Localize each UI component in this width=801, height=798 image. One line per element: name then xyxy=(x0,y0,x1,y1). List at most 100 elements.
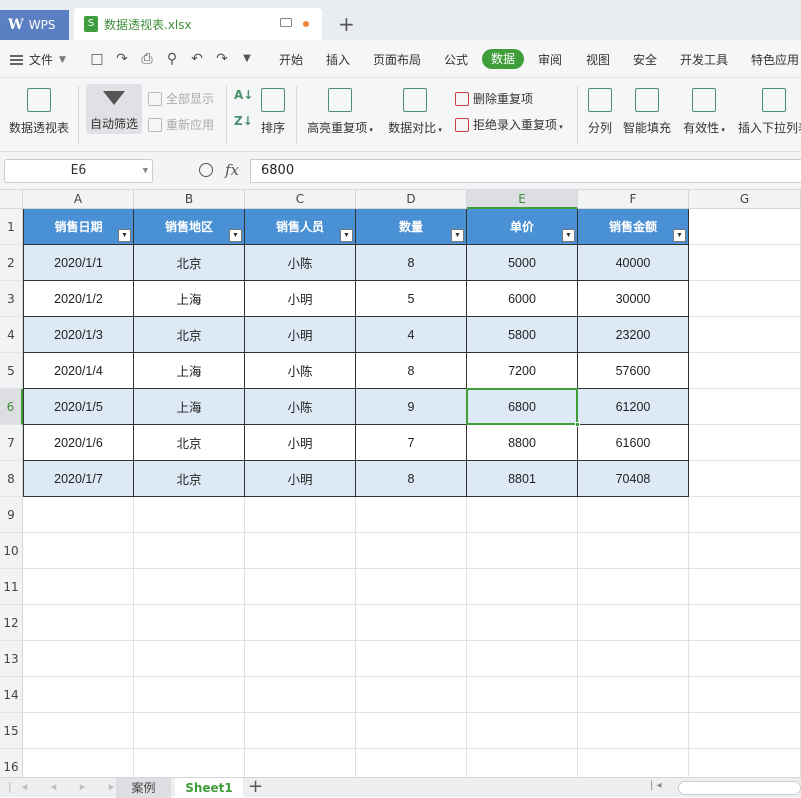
row-header-16[interactable]: 16 xyxy=(0,749,23,777)
table-cell[interactable]: 小陈 xyxy=(245,389,356,425)
sort-descending-icon[interactable]: Z↓ xyxy=(234,114,253,128)
chevron-down-icon[interactable]: ▼ xyxy=(143,160,148,182)
table-cell[interactable]: 2020/1/5 xyxy=(23,389,134,425)
table-cell[interactable]: 4 xyxy=(356,317,467,353)
filter-dropdown-icon[interactable]: ▼ xyxy=(229,229,242,242)
table-cell[interactable]: 5800 xyxy=(467,317,578,353)
empty-cell[interactable] xyxy=(356,749,467,777)
column-header-a[interactable]: A xyxy=(23,190,134,209)
empty-cell[interactable] xyxy=(245,749,356,777)
empty-cell[interactable] xyxy=(134,677,245,713)
empty-cell[interactable] xyxy=(467,569,578,605)
empty-cell[interactable] xyxy=(245,641,356,677)
table-cell[interactable]: 北京 xyxy=(134,425,245,461)
empty-cell[interactable] xyxy=(689,281,801,317)
formula-input[interactable]: 6800 xyxy=(250,159,801,183)
table-cell[interactable]: 57600 xyxy=(578,353,689,389)
empty-cell[interactable] xyxy=(245,569,356,605)
table-header-cell[interactable]: 销售地区 ▼ xyxy=(134,209,245,245)
empty-cell[interactable] xyxy=(578,749,689,777)
table-cell[interactable]: 上海 xyxy=(134,353,245,389)
empty-cell[interactable] xyxy=(134,713,245,749)
menu-item-home[interactable]: 开始 xyxy=(279,51,303,68)
empty-cell[interactable] xyxy=(134,569,245,605)
table-cell[interactable]: 北京 xyxy=(134,245,245,281)
print-preview-icon[interactable]: ⚲ xyxy=(163,50,181,68)
monitor-icon[interactable] xyxy=(280,18,292,27)
empty-cell[interactable] xyxy=(689,677,801,713)
menu-item-view[interactable]: 视图 xyxy=(586,51,610,68)
row-header-8[interactable]: 8 xyxy=(0,461,23,497)
empty-cell[interactable] xyxy=(689,569,801,605)
row-header-13[interactable]: 13 xyxy=(0,641,23,677)
empty-cell[interactable] xyxy=(689,749,801,777)
new-tab-plus-icon[interactable]: + xyxy=(338,12,355,36)
empty-cell[interactable] xyxy=(467,713,578,749)
empty-cell[interactable] xyxy=(134,533,245,569)
table-cell[interactable]: 6800 xyxy=(467,389,578,425)
empty-cell[interactable] xyxy=(23,749,134,777)
table-cell[interactable]: 2020/1/6 xyxy=(23,425,134,461)
empty-cell[interactable] xyxy=(245,605,356,641)
show-all-button[interactable]: 全部显示 xyxy=(148,90,214,107)
empty-cell[interactable] xyxy=(134,641,245,677)
select-all-corner[interactable] xyxy=(0,190,23,209)
print-icon[interactable]: ⎙ xyxy=(138,50,156,68)
table-cell[interactable]: 2020/1/3 xyxy=(23,317,134,353)
table-cell[interactable]: 7200 xyxy=(467,353,578,389)
empty-cell[interactable] xyxy=(23,497,134,533)
save-icon[interactable]: □ xyxy=(88,50,106,68)
empty-cell[interactable] xyxy=(578,677,689,713)
empty-cell[interactable] xyxy=(23,569,134,605)
column-header-f[interactable]: F xyxy=(578,190,689,209)
empty-cell[interactable] xyxy=(356,605,467,641)
empty-cell[interactable] xyxy=(467,749,578,777)
table-cell[interactable]: 5000 xyxy=(467,245,578,281)
undo-icon[interactable]: ↶ xyxy=(188,50,206,68)
table-cell[interactable]: 上海 xyxy=(134,281,245,317)
empty-cell[interactable] xyxy=(689,605,801,641)
table-header-cell[interactable]: 数量 ▼ xyxy=(356,209,467,245)
scroll-left-icon[interactable]: | ◂ xyxy=(650,780,662,791)
remove-duplicates-button[interactable]: 删除重复项 xyxy=(455,90,533,107)
empty-cell[interactable] xyxy=(23,533,134,569)
row-header-4[interactable]: 4 xyxy=(0,317,23,353)
filter-dropdown-icon[interactable]: ▼ xyxy=(451,229,464,242)
empty-cell[interactable] xyxy=(689,245,801,281)
empty-cell[interactable] xyxy=(578,713,689,749)
empty-cell[interactable] xyxy=(578,497,689,533)
column-header-d[interactable]: D xyxy=(356,190,467,209)
empty-cell[interactable] xyxy=(689,389,801,425)
empty-cell[interactable] xyxy=(689,209,801,245)
spreadsheet-grid[interactable]: A B C D E F G 1 销售日期 ▼ 销售地区 ▼ 销售人员 ▼ 数量 ▼ 单价 ▼ 销售金额 ▼ 2 2020/… xyxy=(0,190,801,777)
table-cell[interactable]: 上海 xyxy=(134,389,245,425)
table-cell[interactable]: 8 xyxy=(356,461,467,497)
empty-cell[interactable] xyxy=(23,713,134,749)
pivot-table-button[interactable]: 数据透视表 xyxy=(8,88,70,136)
empty-cell[interactable] xyxy=(689,713,801,749)
row-header-6[interactable]: 6 xyxy=(0,389,23,425)
table-cell[interactable]: 30000 xyxy=(578,281,689,317)
empty-cell[interactable] xyxy=(467,533,578,569)
table-cell[interactable]: 8801 xyxy=(467,461,578,497)
empty-cell[interactable] xyxy=(578,605,689,641)
menu-item-features[interactable]: 特色应用 xyxy=(751,51,799,68)
empty-cell[interactable] xyxy=(467,641,578,677)
autofilter-button[interactable]: 自动筛选 xyxy=(86,84,142,134)
table-cell[interactable]: 小明 xyxy=(245,425,356,461)
table-cell[interactable]: 61600 xyxy=(578,425,689,461)
redo-icon[interactable]: ↷ xyxy=(213,50,231,68)
table-header-cell[interactable]: 销售人员 ▼ xyxy=(245,209,356,245)
table-cell[interactable]: 2020/1/4 xyxy=(23,353,134,389)
menu-item-security[interactable]: 安全 xyxy=(633,51,657,68)
row-header-7[interactable]: 7 xyxy=(0,425,23,461)
table-cell[interactable]: 6000 xyxy=(467,281,578,317)
column-header-b[interactable]: B xyxy=(134,190,245,209)
empty-cell[interactable] xyxy=(356,569,467,605)
row-header-10[interactable]: 10 xyxy=(0,533,23,569)
file-menu[interactable]: 文件 ▼ xyxy=(10,51,66,68)
menu-item-review[interactable]: 审阅 xyxy=(538,51,562,68)
empty-cell[interactable] xyxy=(356,641,467,677)
empty-cell[interactable] xyxy=(467,677,578,713)
empty-cell[interactable] xyxy=(689,425,801,461)
